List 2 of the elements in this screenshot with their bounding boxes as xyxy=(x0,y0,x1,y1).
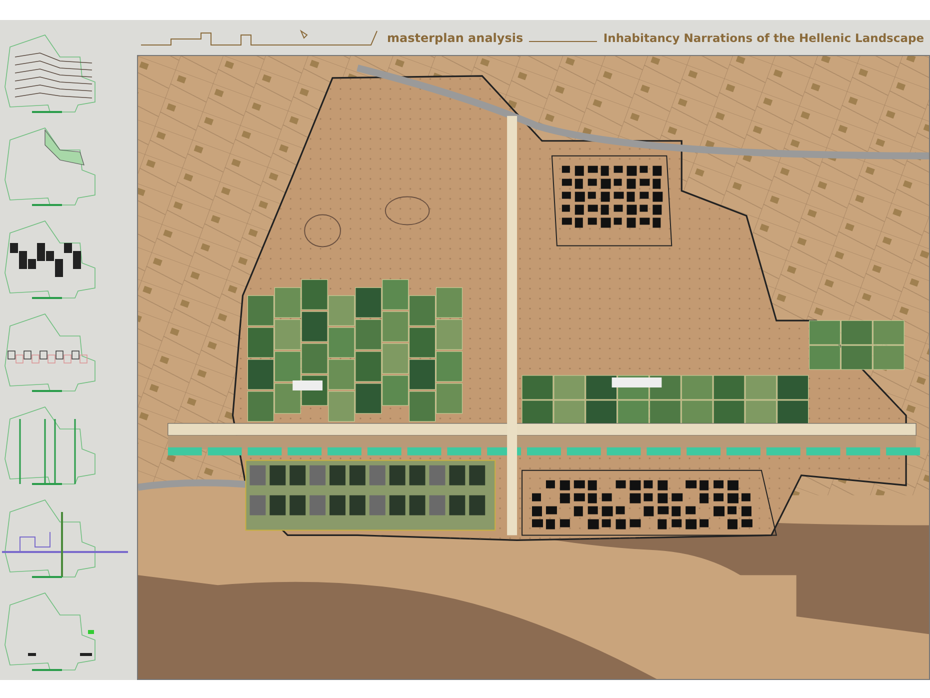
poster-title: Inhabitancy Narrations of the Hellenic Landscape xyxy=(603,30,924,44)
poster-subtitle: masterplan analysis xyxy=(387,30,524,44)
